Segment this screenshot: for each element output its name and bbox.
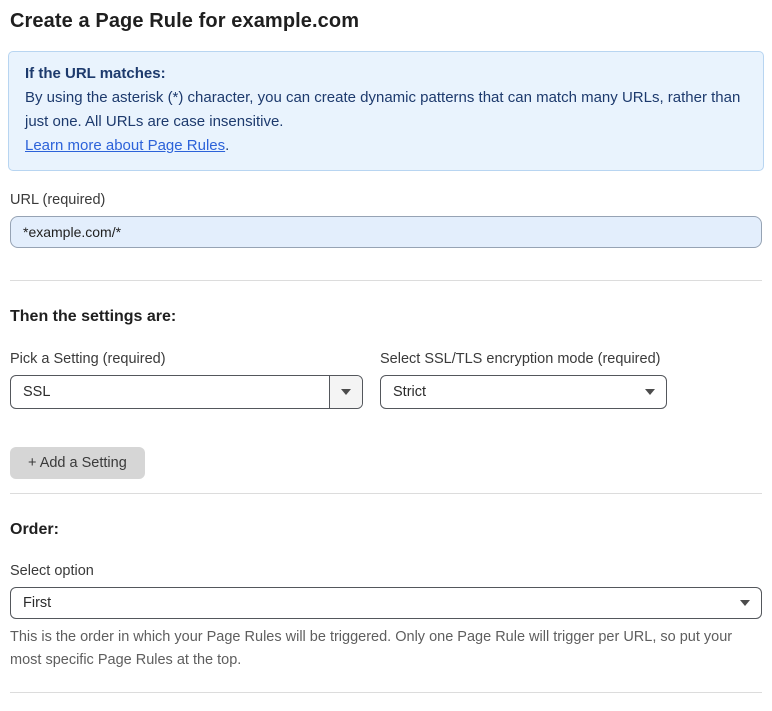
url-input[interactable] bbox=[10, 216, 762, 248]
ssl-mode-select[interactable]: Strict bbox=[380, 375, 667, 409]
create-page-rule-form: Create a Page Rule for example.com If th… bbox=[0, 0, 772, 711]
chevron-down-icon bbox=[633, 376, 666, 408]
learn-more-link[interactable]: Learn more about Page Rules bbox=[25, 137, 225, 154]
settings-section-heading: Then the settings are: bbox=[10, 308, 177, 325]
page-title: Create a Page Rule for example.com bbox=[10, 10, 360, 32]
setting-picker-field: Pick a Setting (required) SSL bbox=[10, 351, 363, 409]
order-field: Select option First This is the order in… bbox=[10, 563, 762, 672]
order-section-heading: Order: bbox=[10, 521, 59, 538]
setting-picker-value: SSL bbox=[23, 384, 51, 400]
add-setting-wrap: + Add a Setting bbox=[10, 447, 762, 479]
url-section: URL (required) bbox=[10, 192, 762, 248]
info-box-body: By using the asterisk (*) character, you… bbox=[25, 89, 741, 130]
info-box-link-line: Learn more about Page Rules. bbox=[25, 134, 747, 158]
order-help-text: This is the order in which your Page Rul… bbox=[10, 629, 733, 668]
ssl-mode-label: Select SSL/TLS encryption mode (required… bbox=[380, 351, 661, 367]
add-setting-button[interactable]: + Add a Setting bbox=[10, 447, 145, 479]
order-select-value: First bbox=[23, 595, 52, 611]
divider bbox=[10, 280, 762, 281]
order-select[interactable]: First bbox=[10, 587, 762, 619]
divider bbox=[10, 493, 762, 494]
divider bbox=[10, 692, 762, 693]
ssl-mode-field: Select SSL/TLS encryption mode (required… bbox=[380, 351, 667, 409]
info-box-heading: If the URL matches: bbox=[25, 65, 166, 82]
order-select-label: Select option bbox=[10, 563, 94, 579]
chevron-down-icon bbox=[728, 588, 761, 618]
setting-picker-label: Pick a Setting (required) bbox=[10, 351, 166, 367]
ssl-mode-value: Strict bbox=[393, 384, 427, 400]
link-suffix: . bbox=[225, 137, 230, 154]
chevron-down-icon bbox=[329, 376, 362, 408]
url-match-info-box: If the URL matches: By using the asteris… bbox=[8, 51, 764, 171]
url-field-label: URL (required) bbox=[10, 192, 106, 208]
setting-picker-select[interactable]: SSL bbox=[10, 375, 363, 409]
settings-row: Pick a Setting (required) SSL Select SSL… bbox=[10, 351, 762, 409]
